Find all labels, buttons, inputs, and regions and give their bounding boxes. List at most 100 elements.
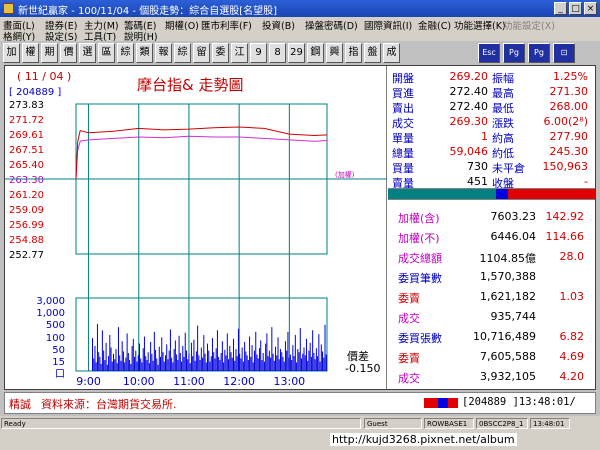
app-icon xyxy=(3,3,14,14)
volume-bar xyxy=(301,358,303,371)
exit-button[interactable]: Esc xyxy=(478,43,500,63)
market-change: 4.20 xyxy=(559,370,585,383)
volume-bar xyxy=(98,352,100,371)
toolbar-button[interactable]: 盤 xyxy=(364,43,381,63)
status-user: Guest xyxy=(364,418,422,429)
volume-bar xyxy=(257,358,259,371)
toolbar-button[interactable]: 權 xyxy=(22,43,39,63)
toolbar-button[interactable]: 選 xyxy=(79,43,96,63)
market-change: 6.82 xyxy=(559,330,585,343)
market-change: 142.92 xyxy=(545,210,585,223)
volume-bar xyxy=(208,350,210,371)
toolbar-button[interactable]: 區 xyxy=(98,43,115,63)
volume-bar xyxy=(188,353,190,371)
volume-bar xyxy=(104,360,106,371)
toolbar-button[interactable]: 類 xyxy=(136,43,153,63)
volume-bar xyxy=(282,356,284,371)
maximize-button[interactable]: □ xyxy=(569,2,582,15)
page-down-button[interactable]: Pg xyxy=(503,43,525,63)
minimize-button[interactable]: _ xyxy=(554,2,567,15)
market-row: 委賣 7,605,588 4.69 xyxy=(388,350,588,365)
volume-bar xyxy=(271,327,273,371)
toolbar-button[interactable]: 留 xyxy=(193,43,210,63)
toolbar-button[interactable]: 指 xyxy=(345,43,362,63)
x-tick-label: 13:00 xyxy=(273,375,305,388)
market-value: 7603.23 xyxy=(490,210,537,223)
volume-bar xyxy=(304,355,306,371)
menu-item[interactable]: 金融(C) xyxy=(418,18,451,32)
price-chart: 9:00 10:00 11:00 12:00 13:00 273.83 271.72 269.… xyxy=(5,100,387,388)
toolbar-button[interactable]: 9 xyxy=(250,43,267,63)
volume-bar xyxy=(209,361,211,371)
volume-bar xyxy=(96,324,98,371)
y-tick-label: 263.30 xyxy=(9,175,44,186)
menu-item[interactable]: 國際資訊(I) xyxy=(364,18,412,32)
toolbar-button[interactable]: 委 xyxy=(212,43,229,63)
volume-bar xyxy=(281,352,283,371)
menu-item[interactable]: 功能選擇(K) xyxy=(454,18,506,32)
volume-bar xyxy=(226,333,228,371)
volume-bar xyxy=(160,356,162,371)
volume-bar xyxy=(147,352,149,371)
volume-bar xyxy=(318,334,320,371)
toolbar-button[interactable]: 成 xyxy=(383,43,400,63)
page-up-button[interactable]: Pg xyxy=(528,43,550,63)
toolbar-button[interactable]: 29 xyxy=(288,43,305,63)
market-row: 成交總額 1104.85億 28.0 xyxy=(388,250,588,265)
toolbar-button[interactable]: 加 xyxy=(3,43,20,63)
volume-bar xyxy=(202,357,204,371)
broker-tab[interactable]: 精誠 xyxy=(9,396,31,412)
volume-bar xyxy=(244,342,246,371)
volume-bar xyxy=(297,349,299,371)
y-tick-label: 269.61 xyxy=(9,130,44,141)
quote-value: 6.00(2⁸) xyxy=(543,115,588,128)
menu-item[interactable]: 投資(B) xyxy=(262,18,295,32)
toolbar-button[interactable]: 8 xyxy=(269,43,286,63)
ratio-bar xyxy=(388,188,595,200)
volume-bar xyxy=(299,327,301,371)
volume-bar xyxy=(150,342,152,371)
volume-bar xyxy=(161,337,163,371)
menu-item[interactable]: 功能設定(X) xyxy=(503,18,555,32)
volume-bar xyxy=(308,350,310,371)
y-tick-label: 273.83 xyxy=(9,100,44,111)
toolbar-button[interactable]: 綜 xyxy=(117,43,134,63)
volume-bar xyxy=(110,347,112,371)
volume-bar xyxy=(162,352,164,371)
quote-panel: 開盤 269.20 振幅 1.25% 買進 272.40 最高 271.30 賣出 272.40 最… xyxy=(388,66,595,190)
volume-bar xyxy=(263,361,265,371)
toolbar-button[interactable]: 江 xyxy=(231,43,248,63)
volume-bar xyxy=(92,338,93,371)
close-button[interactable]: × xyxy=(584,2,597,15)
volume-bar xyxy=(293,356,295,371)
volume-bar xyxy=(231,357,233,371)
volume-bar xyxy=(236,356,238,371)
toolbar-button[interactable]: 鋼 xyxy=(307,43,324,63)
menu-bar: 畫面(L) 證券(E) 主力(M) 籌碼(E) 期權(O) 匯市利率(F) 投資(B) 操盤密… xyxy=(0,17,600,43)
volume-bar xyxy=(323,357,325,371)
market-change: 4.69 xyxy=(559,350,585,363)
volume-bar xyxy=(139,343,140,371)
spread-value: -0.150 xyxy=(345,362,381,375)
status-bar: Ready Guest ROWBASE1 0BSCC2P8_1 13:48:01… xyxy=(0,416,600,450)
volume-bar xyxy=(252,362,254,371)
zoom-button[interactable]: ⊡ xyxy=(553,43,575,63)
volume-bar xyxy=(258,348,260,371)
volume-bar xyxy=(246,355,248,371)
volume-bar xyxy=(186,350,187,371)
menu-item[interactable]: 操盤密碼(D) xyxy=(305,18,358,32)
quote-row: 賣出 272.40 最低 268.00 xyxy=(388,100,588,115)
y-tick-label: 271.72 xyxy=(9,115,44,126)
toolbar-button[interactable]: 價 xyxy=(60,43,77,63)
menu-item[interactable]: 期權(O) xyxy=(165,18,199,32)
toolbar-button[interactable]: 報 xyxy=(155,43,172,63)
toolbar-button[interactable]: 興 xyxy=(326,43,343,63)
menu-item[interactable]: 匯市利率(F) xyxy=(201,18,252,32)
toolbar-button[interactable]: 期 xyxy=(41,43,58,63)
volume-bar xyxy=(166,344,168,371)
volume-bar xyxy=(223,362,225,371)
volume-bar xyxy=(317,356,319,371)
market-label: 成交 xyxy=(398,312,420,325)
volume-bar xyxy=(291,360,293,371)
toolbar-button[interactable]: 綜 xyxy=(174,43,191,63)
